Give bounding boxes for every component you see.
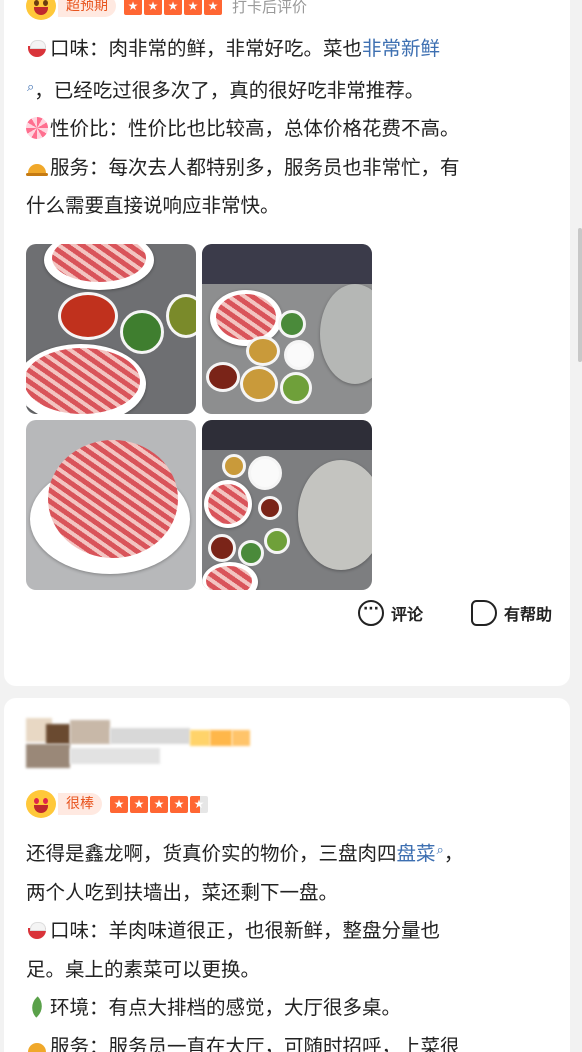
review-photo[interactable] (26, 420, 196, 590)
bell-icon (26, 156, 48, 178)
review-line: 什么需要直接说响应非常快。 (26, 187, 550, 226)
review-text-segment: 环境：有点大排档的感觉，大厅很多桌。 (50, 996, 402, 1019)
review-text-segment: 什么需要直接说响应非常快。 (26, 194, 280, 217)
review-text: 口味：肉非常的鲜，非常好吃。菜也非常新鲜 ⌕，已经吃过很多次了，真的很好吃非常推荐… (26, 30, 550, 226)
star-icon: ★ (130, 795, 148, 813)
review-line: 服务：服务员一直在大厅，可随时招呼，上菜很 (26, 1028, 550, 1052)
review-line: 环境：有点大排档的感觉，大厅很多桌。 (26, 989, 550, 1028)
review-text-segment: 两个人吃到扶墙出，菜还剩下一盘。 (26, 880, 339, 904)
helpful-label: 有帮助 (503, 605, 552, 624)
review-line: 服务：每次去人都特别多，服务员也非常忙，有 (26, 149, 550, 188)
heart-eyes-face-icon (26, 790, 56, 818)
thumbs-up-icon (470, 600, 497, 626)
bowl-icon (26, 37, 48, 59)
review-photo[interactable] (26, 244, 196, 414)
keyword-link[interactable]: 非常新鲜 (362, 37, 440, 60)
review-text-segment: 还得是鑫龙啊，货真价实的物价，三盘肉四 (26, 842, 397, 865)
keyword-search-icon[interactable]: ⌕ (437, 843, 444, 858)
bell-icon (26, 1035, 48, 1052)
star-icon: ★ (204, 0, 222, 15)
review-text-segment: 口味：羊肉味道很正，也很新鲜，整盘分量也 (50, 919, 441, 942)
review-photo[interactable] (202, 244, 372, 414)
review-line: 口味：肉非常的鲜，非常好吃。菜也非常新鲜 (26, 30, 550, 69)
comment-label: 评论 (390, 605, 423, 624)
review-line: 口味：羊肉味道很正，也很新鲜，整盘分量也 (26, 912, 550, 951)
review-text-segment: 足。桌上的素菜可以更换。 (26, 957, 261, 981)
rating-row: 很棒 ★ ★ ★ ★ ★ (26, 790, 208, 818)
bowl-icon (26, 919, 48, 941)
review-line: ⌕，已经吃过很多次了，真的很好吃非常推荐。 (26, 69, 550, 111)
photo-grid (26, 244, 372, 590)
star-icon: ★ (110, 795, 128, 813)
wow-face-icon (26, 0, 56, 20)
helpful-button[interactable]: 有帮助 (470, 600, 552, 626)
review-text-segment: ， (443, 842, 464, 865)
star-icon: ★ (170, 795, 188, 813)
star-icon: ★ (184, 0, 202, 15)
star-icon: ★ (144, 0, 162, 15)
rating-tag: 超预期 (58, 0, 116, 17)
review-card: 超预期 ★ ★ ★ ★ ★ 打卡后评价 口味：肉非常的鲜，非常好吃。菜也非常新鲜… (4, 0, 570, 686)
scrollbar[interactable] (578, 228, 582, 362)
rating-tag: 很棒 (58, 793, 102, 815)
star-rating: ★ ★ ★ ★ ★ (124, 0, 222, 15)
review-text-segment: ，已经吃过很多次了，真的很好吃非常推荐。 (34, 78, 425, 102)
review-text: 还得是鑫龙啊，货真价实的物价，三盘肉四盘菜⌕， 两个人吃到扶墙出，菜还剩下一盘。口… (26, 832, 550, 1052)
review-line: 性价比：性价比也比较高，总体价格花费不高。 (26, 110, 550, 149)
star-rating: ★ ★ ★ ★ ★ (110, 795, 208, 813)
review-actions: 评论 有帮助 (357, 600, 552, 626)
review-line: 还得是鑫龙啊，货真价实的物价，三盘肉四盘菜⌕， (26, 832, 550, 874)
review-text-segment: 口味：肉非常的鲜，非常好吃。菜也 (50, 37, 363, 60)
review-text-segment: 服务：服务员一直在大厅，可随时招呼，上菜很 (50, 1034, 460, 1052)
review-line: 两个人吃到扶墙出，菜还剩下一盘。 (26, 874, 550, 913)
comment-button[interactable]: 评论 (357, 600, 423, 626)
review-text-segment: 服务：每次去人都特别多，服务员也非常忙，有 (50, 155, 460, 179)
star-icon: ★ (164, 0, 182, 15)
user-info-blurred[interactable] (26, 708, 256, 770)
half-star-icon: ★ (190, 795, 208, 813)
visit-tag: 打卡后评价 (232, 0, 308, 16)
leaf-icon (26, 996, 48, 1018)
comment-icon (357, 600, 384, 626)
candy-icon (26, 117, 48, 139)
star-icon: ★ (124, 0, 142, 15)
star-icon: ★ (150, 795, 168, 813)
review-text-segment: 性价比：性价比也比较高，总体价格花费不高。 (50, 117, 460, 140)
rating-row: 超预期 ★ ★ ★ ★ ★ 打卡后评价 (26, 0, 307, 20)
review-card: 很棒 ★ ★ ★ ★ ★ 还得是鑫龙啊，货真价实的物价，三盘肉四盘菜⌕， 两个人吃… (4, 698, 570, 1052)
review-photo[interactable] (202, 420, 372, 590)
keyword-link[interactable]: 盘菜 (397, 842, 436, 865)
review-line: 足。桌上的素菜可以更换。 (26, 951, 550, 990)
